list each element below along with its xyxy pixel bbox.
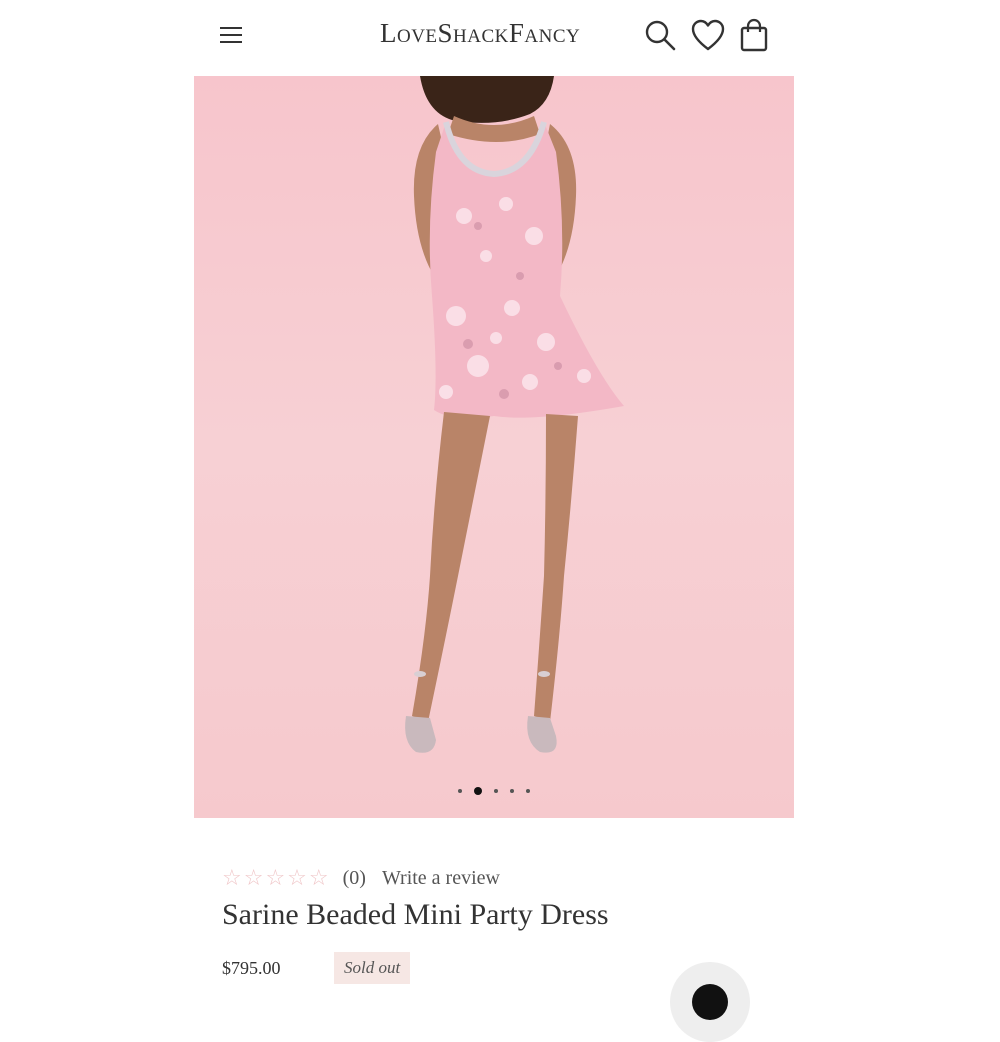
product-image[interactable] xyxy=(194,76,794,818)
sold-out-badge: Sold out xyxy=(334,952,411,984)
carousel-dot-active[interactable] xyxy=(474,787,482,795)
product-title: Sarine Beaded Mini Party Dress xyxy=(222,898,609,931)
carousel-dots xyxy=(194,787,794,795)
chat-button[interactable] xyxy=(670,962,750,1042)
search-icon[interactable] xyxy=(642,16,678,54)
product-price: $795.00 xyxy=(222,958,281,978)
carousel-dot[interactable] xyxy=(526,789,530,793)
carousel-dot[interactable] xyxy=(494,789,498,793)
heart-icon[interactable] xyxy=(690,16,726,54)
carousel-dot[interactable] xyxy=(510,789,514,793)
model-photo xyxy=(405,76,624,753)
hamburger-menu-icon[interactable] xyxy=(218,22,246,48)
review-count: (0) xyxy=(342,866,366,889)
chat-icon xyxy=(692,984,728,1020)
site-header: LoveShackFancy xyxy=(0,0,1000,72)
product-rating: ☆☆☆☆☆ (0) Write a review xyxy=(222,864,500,892)
brand-logo[interactable]: LoveShackFancy xyxy=(380,18,580,49)
write-review-link[interactable]: Write a review xyxy=(382,867,500,890)
star-rating-icon: ☆☆☆☆☆ xyxy=(222,865,331,891)
carousel-dot[interactable] xyxy=(458,789,462,793)
shopping-bag-icon[interactable] xyxy=(736,16,772,54)
